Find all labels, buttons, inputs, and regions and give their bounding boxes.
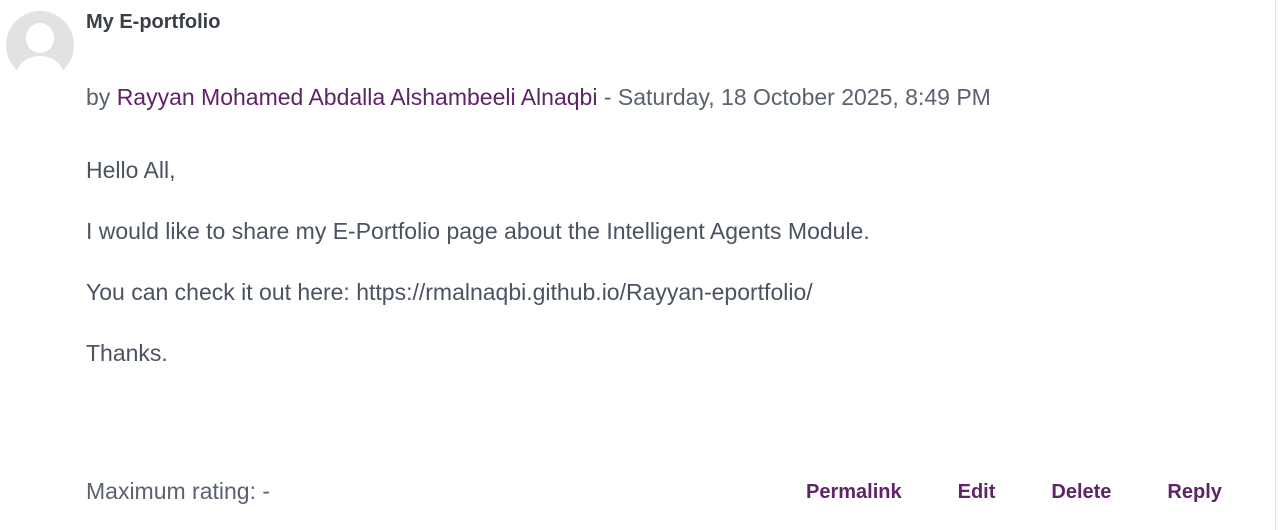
user-avatar-icon[interactable] xyxy=(6,11,74,79)
reply-link[interactable]: Reply xyxy=(1167,481,1221,504)
content-paragraph: You can check it out here: https://rmaln… xyxy=(86,279,813,305)
post-actions: Permalink Edit Delete Reply xyxy=(806,481,1222,504)
content-paragraph: I would like to share my E-Portfolio pag… xyxy=(86,218,870,244)
rating-info: Maximum rating: - xyxy=(86,478,270,505)
post-divider xyxy=(1275,0,1276,530)
permalink-link[interactable]: Permalink xyxy=(806,481,902,504)
content-paragraph: Thanks. xyxy=(86,340,168,366)
delete-link[interactable]: Delete xyxy=(1051,481,1111,504)
byline-separator: - xyxy=(603,84,612,110)
post-content: Hello All, I would like to share my E-Po… xyxy=(86,157,870,401)
post-subject: My E-portfolio xyxy=(86,11,221,33)
avatar-head-shape xyxy=(26,23,54,53)
avatar-body-shape xyxy=(16,56,64,79)
byline-prefix: by xyxy=(86,84,111,110)
post-byline: by Rayyan Mohamed Abdalla Alshambeeli Al… xyxy=(86,84,991,111)
forum-post: My E-portfolio by Rayyan Mohamed Abdalla… xyxy=(0,0,1284,530)
rating-value: - xyxy=(262,478,271,504)
post-date: Saturday, 18 October 2025, 8:49 PM xyxy=(617,84,991,110)
edit-link[interactable]: Edit xyxy=(958,481,996,504)
rating-label: Maximum rating: xyxy=(86,478,256,504)
author-link[interactable]: Rayyan Mohamed Abdalla Alshambeeli Alnaq… xyxy=(117,84,598,110)
content-paragraph: Hello All, xyxy=(86,157,176,183)
